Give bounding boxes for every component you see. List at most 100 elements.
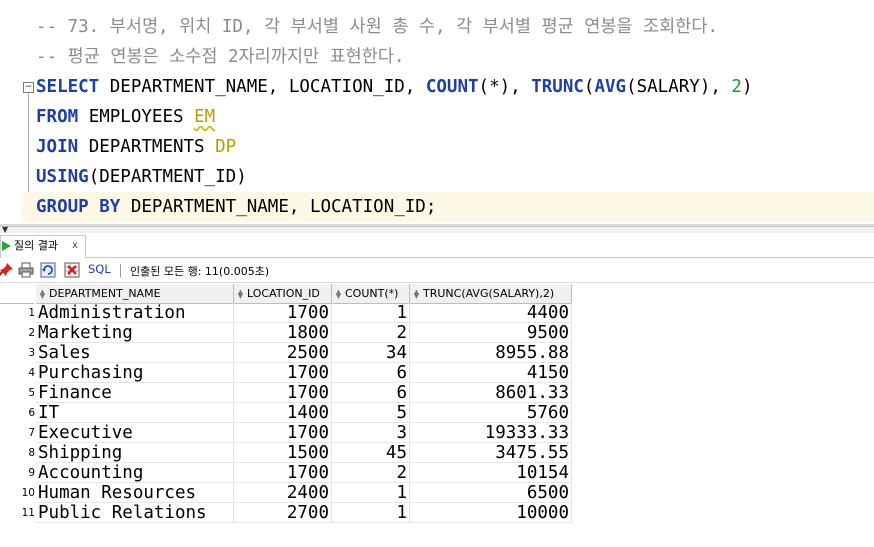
cell-avg-salary[interactable]: 4150 — [410, 363, 572, 383]
sql-line-group-by: GROUP BY DEPARTMENT_NAME, LOCATION_ID; — [22, 192, 874, 222]
sql-editor[interactable]: -- 73. 부서명, 위치 ID, 각 부서별 사원 총 수, 각 부서별 평… — [0, 0, 874, 226]
cell-avg-salary[interactable]: 10000 — [410, 503, 572, 523]
count-function: COUNT — [425, 77, 479, 97]
cell-avg-salary[interactable]: 8601.33 — [410, 383, 572, 403]
close-icon[interactable]: x — [72, 236, 78, 256]
export-icon[interactable] — [64, 262, 80, 278]
sort-icon[interactable]: ▲ ▼ — [38, 289, 47, 300]
column-header-trunc-avg-salary[interactable]: ▲ ▼ TRUNC(AVG(SALARY),2) — [410, 284, 572, 304]
cell-count[interactable]: 5 — [332, 403, 410, 423]
trunc-function: TRUNC — [531, 77, 584, 97]
cell-avg-salary[interactable]: 10154 — [410, 463, 572, 483]
cell-department-name[interactable]: Administration — [36, 303, 234, 323]
cell-location-id[interactable]: 1500 — [234, 443, 332, 463]
avg-function: AVG — [594, 77, 627, 97]
cell-count[interactable]: 2 — [332, 323, 410, 343]
cell-location-id[interactable]: 1700 — [234, 423, 332, 443]
cell-count[interactable]: 1 — [332, 503, 410, 523]
sql-button[interactable]: SQL — [88, 262, 111, 276]
sort-icon[interactable]: ▲ ▼ — [412, 289, 421, 300]
cell-location-id[interactable]: 1700 — [234, 303, 332, 323]
row-number: 10 — [21, 487, 35, 499]
sql-line-join: JOIN DEPARTMENTS DP — [36, 132, 236, 162]
cell-avg-salary[interactable]: 6500 — [410, 483, 572, 503]
cell-avg-salary[interactable]: 9500 — [410, 323, 572, 343]
join-alias: DP — [215, 137, 237, 157]
row-number: 7 — [28, 427, 35, 439]
cell-avg-salary[interactable]: 5760 — [410, 403, 572, 423]
decimal-places-literal: 2 — [731, 77, 742, 97]
cell-department-name[interactable]: Executive — [36, 423, 234, 443]
join-table: DEPARTMENTS — [78, 137, 216, 157]
cell-location-id[interactable]: 1400 — [234, 403, 332, 423]
column-header-count[interactable]: ▲ ▼ COUNT(*) — [332, 284, 410, 304]
printer-icon[interactable] — [18, 262, 34, 278]
cell-department-name[interactable]: Shipping — [36, 443, 234, 463]
select-columns: DEPARTMENT_NAME, LOCATION_ID, — [99, 77, 426, 97]
toolbar-separator — [120, 264, 121, 277]
group-by-columns: DEPARTMENT_NAME, LOCATION_ID; — [120, 197, 437, 217]
cell-department-name[interactable]: Sales — [36, 343, 234, 363]
cell-location-id[interactable]: 2700 — [234, 503, 332, 523]
trunc-paren-open: ( — [583, 77, 595, 97]
cell-location-id[interactable]: 2500 — [234, 343, 332, 363]
comment-line-2: -- 평균 연봉은 소수점 2자리까지만 표현한다. — [36, 47, 405, 67]
cell-department-name[interactable]: Marketing — [36, 323, 234, 343]
cell-avg-salary[interactable]: 8955.88 — [410, 343, 572, 363]
cell-count[interactable]: 34 — [332, 343, 410, 363]
results-toolbar: SQL 인출된 모든 행: 11(0.005초) — [0, 258, 874, 283]
row-number: 1 — [28, 307, 35, 319]
row-number: 9 — [28, 467, 35, 479]
tab-query-result[interactable]: 질의 결과 x — [0, 235, 86, 258]
cell-count[interactable]: 6 — [332, 383, 410, 403]
cell-location-id[interactable]: 2400 — [234, 483, 332, 503]
cell-location-id[interactable]: 1700 — [234, 463, 332, 483]
row-number: 11 — [21, 507, 35, 519]
cell-count[interactable]: 1 — [332, 303, 410, 323]
sort-icon[interactable]: ▲ ▼ — [236, 289, 245, 300]
cell-count[interactable]: 1 — [332, 483, 410, 503]
sort-icon[interactable]: ▲ ▼ — [334, 289, 343, 300]
cell-count[interactable]: 2 — [332, 463, 410, 483]
from-keyword: FROM — [36, 107, 79, 127]
run-arrow-icon — [2, 241, 11, 251]
cell-department-name[interactable]: Purchasing — [36, 363, 234, 383]
sql-line-using: USING(DEPARTMENT_ID) — [36, 162, 247, 192]
group-by-keyword: GROUP BY — [36, 197, 121, 217]
cell-department-name[interactable]: Public Relations — [36, 503, 234, 523]
row-number: 2 — [28, 327, 35, 339]
cell-count[interactable]: 45 — [332, 443, 410, 463]
using-argument: (DEPARTMENT_ID) — [88, 167, 247, 187]
cell-location-id[interactable]: 1700 — [234, 363, 332, 383]
fetched-rows-status: 인출된 모든 행: 11(0.005초) — [130, 265, 270, 278]
cell-avg-salary[interactable]: 4400 — [410, 303, 572, 323]
pin-icon[interactable] — [0, 262, 14, 278]
results-tabstrip: 질의 결과 x — [0, 233, 874, 258]
sql-line-from: FROM EMPLOYEES EM — [36, 102, 215, 132]
cell-department-name[interactable]: Human Resources — [36, 483, 234, 503]
count-argument: (*), — [478, 77, 532, 97]
row-number: 4 — [28, 367, 35, 379]
cell-location-id[interactable]: 1700 — [234, 383, 332, 403]
row-number: 6 — [28, 407, 35, 419]
cell-avg-salary[interactable]: 19333.33 — [410, 423, 572, 443]
cell-location-id[interactable]: 1800 — [234, 323, 332, 343]
minus-box-icon[interactable]: − — [23, 82, 34, 213]
cell-department-name[interactable]: IT — [36, 403, 234, 423]
avg-argument: (SALARY), — [626, 77, 732, 97]
row-number: 5 — [28, 387, 35, 399]
cell-department-name[interactable]: Accounting — [36, 463, 234, 483]
cell-count[interactable]: 6 — [332, 363, 410, 383]
from-alias: EM — [194, 107, 216, 127]
column-header-department-name[interactable]: ▲ ▼ DEPARTMENT_NAME — [36, 284, 234, 304]
tab-query-result-label: 질의 결과 — [14, 239, 58, 252]
using-keyword: USING — [36, 167, 89, 187]
refresh-icon[interactable] — [40, 262, 56, 278]
panel-splitter[interactable] — [0, 226, 874, 233]
cell-avg-salary[interactable]: 3475.55 — [410, 443, 572, 463]
cell-count[interactable]: 3 — [332, 423, 410, 443]
select-keyword: SELECT — [36, 77, 100, 97]
sql-line-select: SELECT DEPARTMENT_NAME, LOCATION_ID, COU… — [36, 72, 753, 102]
column-header-location-id[interactable]: ▲ ▼ LOCATION_ID — [234, 284, 332, 304]
cell-department-name[interactable]: Finance — [36, 383, 234, 403]
